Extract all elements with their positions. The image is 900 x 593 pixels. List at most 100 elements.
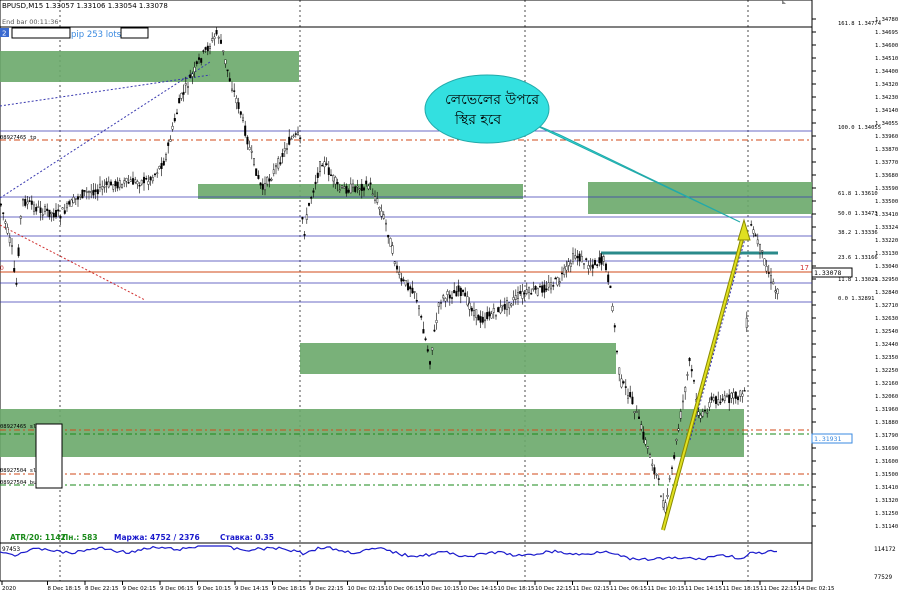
price-tick-label: 1.33590	[875, 186, 898, 192]
fib-label: 11.8 1.33029	[838, 277, 878, 283]
time-tick-label: 8 Dec 22:15	[85, 586, 119, 592]
price-tick-label: 1.33680	[875, 173, 898, 179]
time-tick-label: 9 Dec 14:15	[235, 586, 269, 592]
callout-line-1: লেভেলের উপরে	[445, 91, 539, 108]
price-tick-label: 1.31500	[875, 472, 898, 478]
blue-price-label: 1.31931	[814, 435, 841, 443]
price-tick-label: 1.34230	[875, 95, 898, 101]
time-tick-label: 9 Dec 10:15	[198, 586, 232, 592]
price-tick-label: 1.34780	[875, 17, 898, 23]
price-tick-label: 1.33324	[875, 225, 899, 231]
price-tick-label: 1.31880	[875, 420, 898, 426]
status-margin: Маржа: 4752 / 2376	[114, 533, 200, 542]
fib-label: 23.6 1.33166	[838, 255, 878, 261]
lot-input-box-2[interactable]	[120, 27, 149, 39]
zone-rect	[0, 51, 299, 82]
svg-text:08927504 sl: 08927504 sl	[0, 468, 36, 474]
status-atr: ATR/20: 1142	[10, 533, 66, 542]
price-tick-label: 1.32350	[875, 355, 898, 361]
time-tick-label: 9 Dec 18:15	[273, 586, 307, 592]
price-tick-label: 1.33500	[875, 199, 898, 205]
time-tick-label: 10 Dec 18:15	[498, 586, 535, 592]
indicator-right-bottom: 77529	[874, 574, 892, 581]
time-tick-label: 10 Dec 10:15	[423, 586, 460, 592]
price-tick-label: 1.33770	[875, 160, 898, 166]
time-tick-label: 10 Dec 06:15	[385, 586, 422, 592]
time-tick-label: 10 Dec 02:15	[348, 586, 385, 592]
price-tick-label: 1.33410	[875, 212, 898, 218]
time-axis: 2020 8 Dec 18:15 8 Dec 22:15 9 Dec 02:15 9 D…	[1, 581, 835, 592]
price-tick-label: 1.33220	[875, 238, 898, 244]
price-tick-label: 1.32060	[875, 394, 898, 400]
marker-17: 17	[800, 264, 809, 272]
indicator-right-top: 114172	[874, 546, 896, 553]
status-stake: Ставка: 0.35	[220, 533, 274, 542]
zone-rect	[588, 182, 812, 214]
symbol-info: BPUSD,M15 1.33057 1.33106 1.33054 1.3307…	[2, 2, 168, 10]
time-tick-label: 10 Dec 14:15	[460, 586, 497, 592]
time-tick-label: 11 Dec 02:15	[573, 586, 610, 592]
price-tick-label: 1.33040	[875, 264, 898, 270]
time-tick-label: 10 Dec 22:15	[535, 586, 572, 592]
chart-canvas[interactable]: লেভেলের উপরে স্থির হবে 161.8 1.34774100.…	[0, 0, 900, 593]
price-tick-label: 1.32630	[875, 316, 898, 322]
fib-label: 38.2 1.33336	[838, 230, 878, 236]
price-tick-label: 1.32440	[875, 342, 898, 348]
zone-rect	[0, 409, 744, 457]
price-tick-label: 1.32950	[875, 277, 898, 283]
status-pn: Пн.: 583	[62, 533, 98, 542]
price-tick-label: 1.33960	[875, 134, 898, 140]
indicator-pane[interactable]	[0, 542, 813, 582]
time-tick-label: 11 Dec 22:15	[760, 586, 797, 592]
time-tick-label: 11 Dec 10:15	[648, 586, 685, 592]
end-bar-label: End bar 00:11:36	[2, 18, 58, 26]
fib-label: 50.0 1.33473	[838, 211, 878, 217]
current-price-label: 1.33078	[814, 269, 841, 277]
price-tick-label: 1.34600	[875, 43, 898, 49]
time-tick-label: 11 Dec 06:15	[610, 586, 647, 592]
price-tick-label: 1.32540	[875, 329, 898, 335]
time-tick-label: 14 Dec 02:15	[798, 586, 835, 592]
svg-text:0: 0	[0, 265, 4, 272]
svg-text:08927465 tp: 08927465 tp	[0, 135, 36, 141]
indicator-left-value: 97453	[2, 546, 20, 553]
price-tick-label: 1.31320	[875, 498, 898, 504]
price-tick-label: 1.31690	[875, 446, 898, 452]
price-tick-label: 1.34055	[875, 121, 898, 127]
price-tick-label: 1.31140	[875, 524, 898, 530]
price-tick-label: 1.32160	[875, 381, 898, 387]
price-tick-label: 1.31790	[875, 433, 898, 439]
time-tick-label: 9 Dec 22:15	[310, 586, 344, 592]
time-tick-label: 9 Dec 02:15	[123, 586, 157, 592]
status-line: ATR/20: 1142 Пн.: 583 Маржа: 4752 / 2376…	[10, 533, 274, 542]
price-tick-label: 1.33130	[875, 251, 898, 257]
svg-text:08927465 sl: 08927465 sl	[0, 424, 36, 430]
price-tick-label: 1.33870	[875, 147, 898, 153]
price-tick-label: 1.31250	[875, 511, 898, 517]
time-tick-label: 8 Dec 18:15	[48, 586, 82, 592]
callout-line-2: স্থির হবে	[454, 111, 501, 128]
price-tick-label: 1.34400	[875, 69, 898, 75]
svg-text:08927504 buy: 08927504 buy	[0, 480, 40, 486]
price-tick-label: 1.31410	[875, 485, 898, 491]
price-tick-label: 1.32250	[875, 368, 898, 374]
price-tick-label: 1.34510	[875, 56, 898, 62]
fib-label: 0.0 1.32891	[838, 296, 874, 302]
price-tick-label: 1.34320	[875, 82, 898, 88]
zone-rect	[300, 343, 616, 374]
pip-text: pip 253 lots	[71, 30, 122, 40]
time-tick-label: 11 Dec 14:15	[685, 586, 722, 592]
time-tick-label: 9 Dec 06:15	[160, 586, 194, 592]
order-panel[interactable]	[35, 423, 63, 489]
price-tick-label: 1.32710	[875, 303, 898, 309]
lot-input-box[interactable]	[11, 27, 71, 39]
price-tick-label: 1.34140	[875, 108, 898, 114]
time-tick-label: 11 Dec 18:15	[723, 586, 760, 592]
price-tick-label: 1.31600	[875, 459, 898, 465]
time-tick-label: 2020	[2, 586, 16, 592]
badge-text: 2	[2, 30, 6, 38]
price-tick-label: 1.31960	[875, 407, 898, 413]
price-tick-label: 1.34695	[875, 30, 898, 36]
fib-label: 61.8 1.33610	[838, 191, 878, 197]
price-tick-label: 1.32840	[875, 290, 898, 296]
